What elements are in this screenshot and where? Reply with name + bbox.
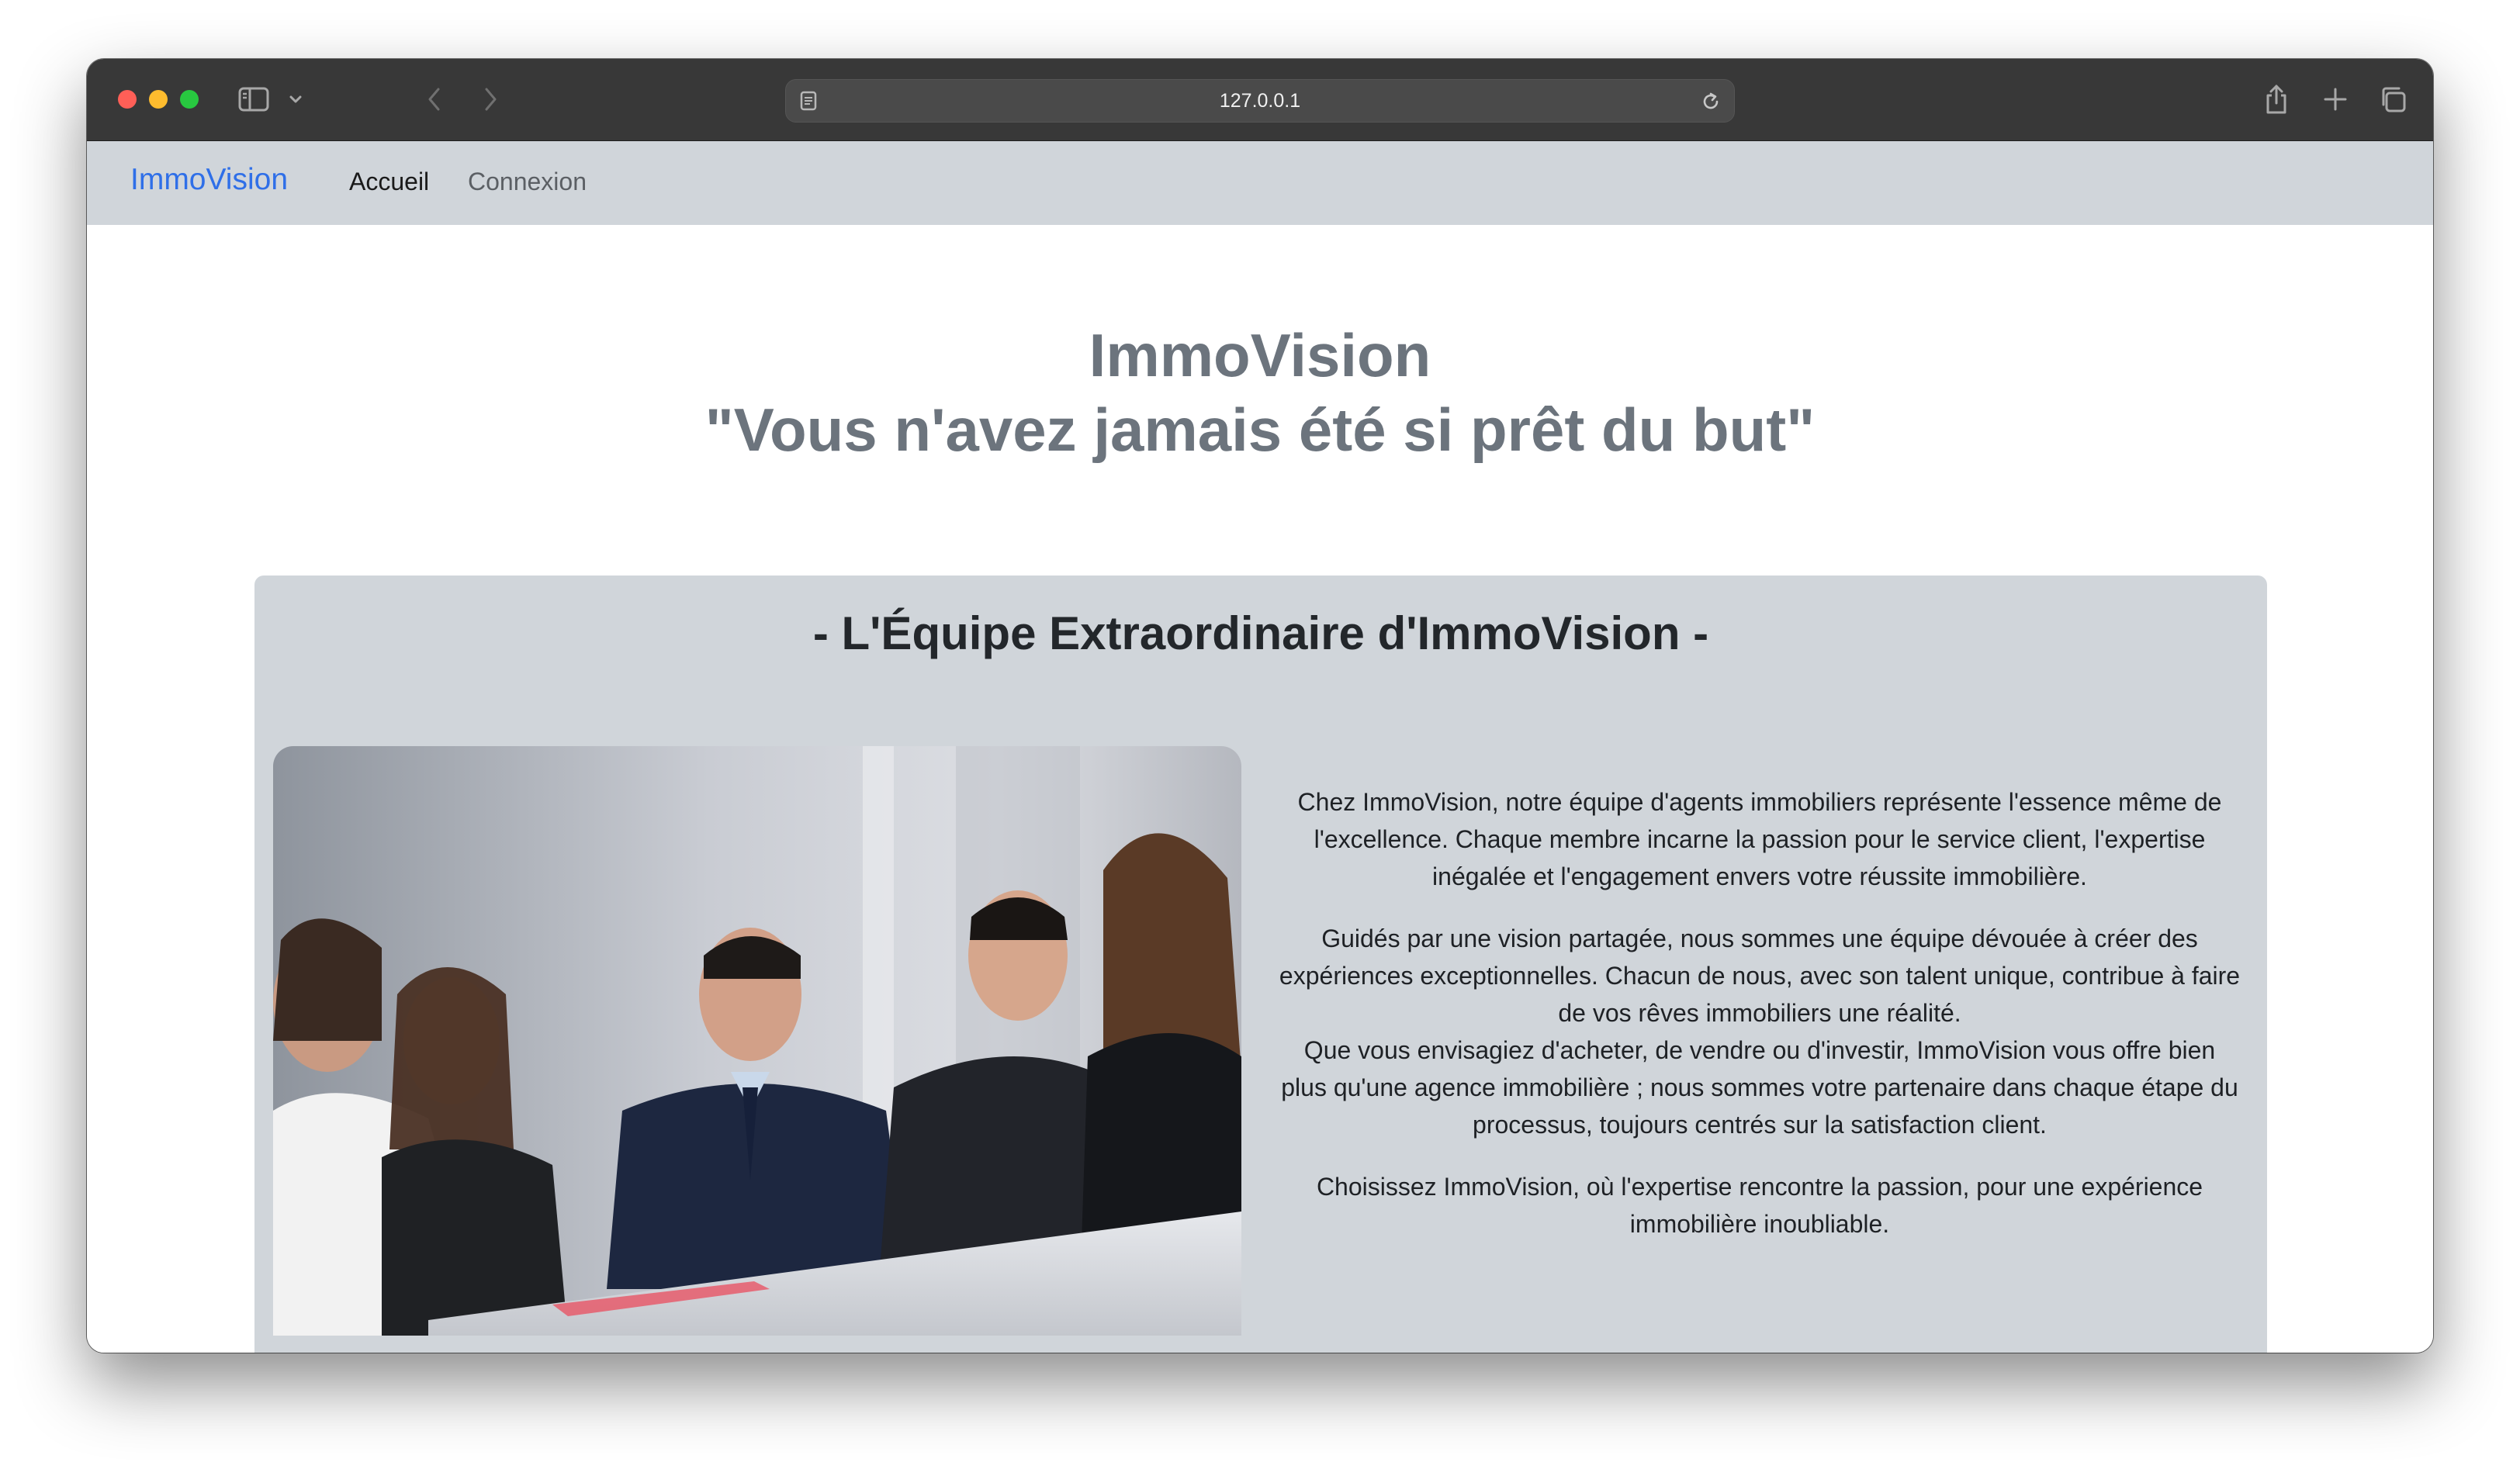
tabs-icon[interactable] — [2376, 82, 2410, 116]
browser-window: 127.0.0.1 ImmoVision Accueil Connexion I… — [87, 59, 2433, 1353]
team-paragraph-4: Choisissez ImmoVision, où l'expertise re… — [1316, 1173, 2203, 1238]
site-navbar: ImmoVision Accueil Connexion — [87, 141, 2433, 225]
team-paragraph-2: Guidés par une vision partagée, nous som… — [1279, 925, 2241, 1027]
page-icon — [797, 89, 820, 112]
browser-toolbar: 127.0.0.1 — [87, 59, 2433, 141]
hero-title: ImmoVision — [1089, 321, 1431, 389]
team-description: Chez ImmoVision, notre équipe d'agents i… — [1279, 783, 2241, 1267]
team-photo — [273, 746, 1241, 1336]
team-paragraph-3: Que vous envisagiez d'acheter, de vendre… — [1281, 1036, 2238, 1139]
back-icon[interactable] — [419, 82, 450, 116]
share-icon[interactable] — [2259, 79, 2293, 119]
sidebar-icon[interactable] — [236, 82, 272, 116]
page-viewport: ImmoVision Accueil Connexion ImmoVision … — [87, 141, 2433, 1353]
close-window-button[interactable] — [118, 90, 137, 109]
hero-slogan: "Vous n'avez jamais été si prêt du but" — [704, 396, 1816, 464]
team-section: - L'Équipe Extraordinaire d'ImmoVision - — [254, 576, 2267, 1353]
nav-link-connexion[interactable]: Connexion — [468, 168, 587, 196]
address-bar[interactable]: 127.0.0.1 — [785, 79, 1735, 123]
minimize-window-button[interactable] — [149, 90, 168, 109]
zoom-window-button[interactable] — [180, 90, 199, 109]
nav-link-accueil[interactable]: Accueil — [349, 168, 429, 196]
chevron-down-icon[interactable] — [286, 85, 306, 113]
forward-icon[interactable] — [475, 82, 506, 116]
team-paragraph-1: Chez ImmoVision, notre équipe d'agents i… — [1297, 788, 2222, 890]
plus-icon[interactable] — [2318, 82, 2352, 116]
url-text: 127.0.0.1 — [1219, 89, 1301, 112]
team-heading: - L'Équipe Extraordinaire d'ImmoVision - — [812, 607, 1709, 659]
reload-icon[interactable] — [1698, 89, 1723, 114]
brand-link[interactable]: ImmoVision — [130, 163, 288, 197]
